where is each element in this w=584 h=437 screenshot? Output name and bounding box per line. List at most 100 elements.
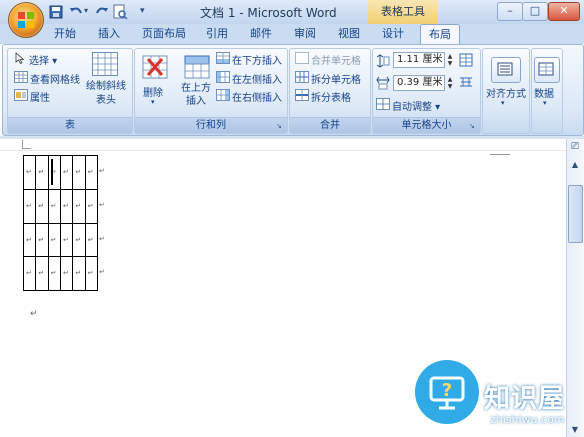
scrollbar-thumb[interactable] [568,185,583,243]
group-cell-size-label: 单元格大小 [373,117,480,133]
table-cell[interactable]: ↵ [84,256,98,291]
column-width-spinner-icon[interactable]: ▲ ▼ [446,76,454,90]
row-end-mark: ↵ [99,234,105,243]
properties-button[interactable]: 属性 [30,89,50,104]
watermark-brand: 知识屋 [484,384,566,414]
cell-end-mark: ↵ [26,201,32,210]
minimize-button[interactable]: – [497,2,523,21]
cell-end-mark: ↵ [75,201,82,210]
cell-end-mark: ↵ [38,201,45,210]
properties-icon [14,89,28,101]
row-end-mark: ↵ [99,268,105,277]
vertical-scrollbar[interactable] [566,139,584,437]
split-table-icon [295,89,309,101]
tab-view[interactable]: 视图 [332,24,366,44]
insert-above-button[interactable]: 在上方插入 [178,82,214,108]
autofit-icon [376,98,390,110]
select-label: 选择 [29,56,49,67]
alignment-label: 对齐方式 [486,89,526,100]
cell-end-mark: ↵ [63,235,69,244]
table-cell[interactable]: ↵ [47,155,61,190]
table-cell[interactable]: ↵ [60,188,74,224]
table-cell[interactable]: ↵ [60,222,74,258]
table-cell[interactable]: ↵ [72,256,86,291]
row-end-mark: ↵ [99,200,105,209]
scroll-up-arrow-icon[interactable]: ▲ [567,158,583,172]
row-height-spinner-icon[interactable]: ▲ ▼ [446,53,454,67]
watermark-logo-icon: ? [415,360,479,424]
view-gridlines-button[interactable]: 查看网格线 [30,71,80,86]
undo-icon[interactable] [68,4,84,20]
table-cell[interactable]: ↵ [23,188,37,224]
scroll-down-arrow-icon[interactable]: ▼ [567,424,583,436]
distribute-rows-icon[interactable] [459,53,473,67]
cell-end-mark: ↵ [38,235,45,244]
table-cell[interactable]: ↵ [47,222,61,258]
table-cell[interactable]: ↵ [35,155,49,190]
insert-below-icon [216,52,230,64]
distribute-columns-icon[interactable] [459,75,473,89]
tab-mailings[interactable]: 邮件 [244,24,278,44]
table-cell[interactable]: ↵ [84,155,98,190]
office-logo-icon [18,12,34,28]
gridlines-icon [14,71,28,83]
delete-button[interactable]: 删除 [143,84,163,99]
table-cell[interactable]: ↵ [72,188,86,224]
document-table[interactable]: ↵ ↵ ↵ ↵ ↵ ↵ ↵ ↵ ↵ ↵ ↵ ↵ ↵ ↵ ↵ ↵ ↵ ↵ ↵ ↵ ↵ ↵ ↵ ↵ ↵ ↵ ↵ ↵ [23,155,105,291]
insert-left-button[interactable]: 在左侧插入 [232,71,282,86]
maximize-button[interactable]: □ [522,2,548,21]
insert-below-button[interactable]: 在下方插入 [232,52,282,67]
table-cell[interactable]: ↵ [47,188,61,224]
table-cell[interactable]: ↵ [35,256,49,291]
split-cells-button[interactable]: 拆分单元格 [311,71,361,86]
table-cell[interactable]: ↵ [60,256,74,291]
customize-qat-icon[interactable]: ▾ [140,6,156,22]
split-table-button[interactable]: 拆分表格 [311,89,351,104]
insert-right-button[interactable]: 在右侧插入 [232,89,282,104]
cell-end-mark: ↵ [87,201,94,210]
tab-review[interactable]: 审阅 [288,24,322,44]
print-preview-icon[interactable] [112,4,128,20]
table-cell[interactable]: ↵ [84,222,98,258]
tab-page-layout[interactable]: 页面布局 [138,24,190,44]
office-button[interactable] [8,2,44,38]
close-button[interactable]: ✕ [548,2,580,21]
table-cell[interactable]: ↵ [47,256,61,291]
cell-end-mark: ↵ [63,269,69,278]
table-cell[interactable]: ↵ [35,222,49,258]
cell-end-mark: ↵ [87,168,94,176]
tab-layout[interactable]: 布局 [420,24,460,46]
row-height-input[interactable]: 1.11 厘米 [393,52,445,68]
autofit-button[interactable]: 自动调整 ▾ [392,98,440,113]
group-table-label: 表 [8,117,132,133]
tab-references[interactable]: 引用 [200,24,234,44]
tab-design[interactable]: 设计 [376,24,410,44]
dialog-launcher-icon[interactable]: ↘ [276,122,285,131]
column-width-input[interactable]: 0.39 厘米 [393,75,445,91]
table-cell[interactable]: ↵ [72,222,86,258]
table-cell[interactable]: ↵ [72,155,86,190]
cell-end-mark: ↵ [26,235,32,244]
data-dropdown-icon: ▾ [543,99,547,107]
group-data[interactable]: 数据 ▾ [531,48,563,134]
group-alignment[interactable]: 对齐方式 ▾ [482,48,530,134]
insert-right-icon [216,89,230,101]
ruler-toggle-icon[interactable]: ⎚ [567,139,583,154]
merge-cells-button[interactable]: 合并单元格 [311,52,361,67]
table-cell[interactable]: ↵ [60,155,74,190]
tab-home[interactable]: 开始 [48,24,82,44]
table-cell[interactable]: ↵ [23,222,37,258]
table-cell[interactable]: ↵ [23,256,37,291]
delete-dropdown-icon[interactable]: ▾ [151,98,155,106]
table-cell[interactable]: ↵ [35,188,49,224]
table-cell[interactable]: ↵ [84,188,98,224]
cell-end-mark: ↵ [50,201,57,210]
row-height-icon [376,54,390,68]
tab-insert[interactable]: 插入 [92,24,126,44]
select-button[interactable]: 选择 ▾ [29,52,57,67]
cell-size-launcher-icon[interactable]: ↘ [469,122,478,131]
redo-icon[interactable] [94,4,110,20]
save-icon[interactable] [48,4,64,20]
table-cell[interactable]: ↵ [23,155,37,190]
draw-diagonal-header-button[interactable]: 绘制斜线表头 [84,80,128,108]
